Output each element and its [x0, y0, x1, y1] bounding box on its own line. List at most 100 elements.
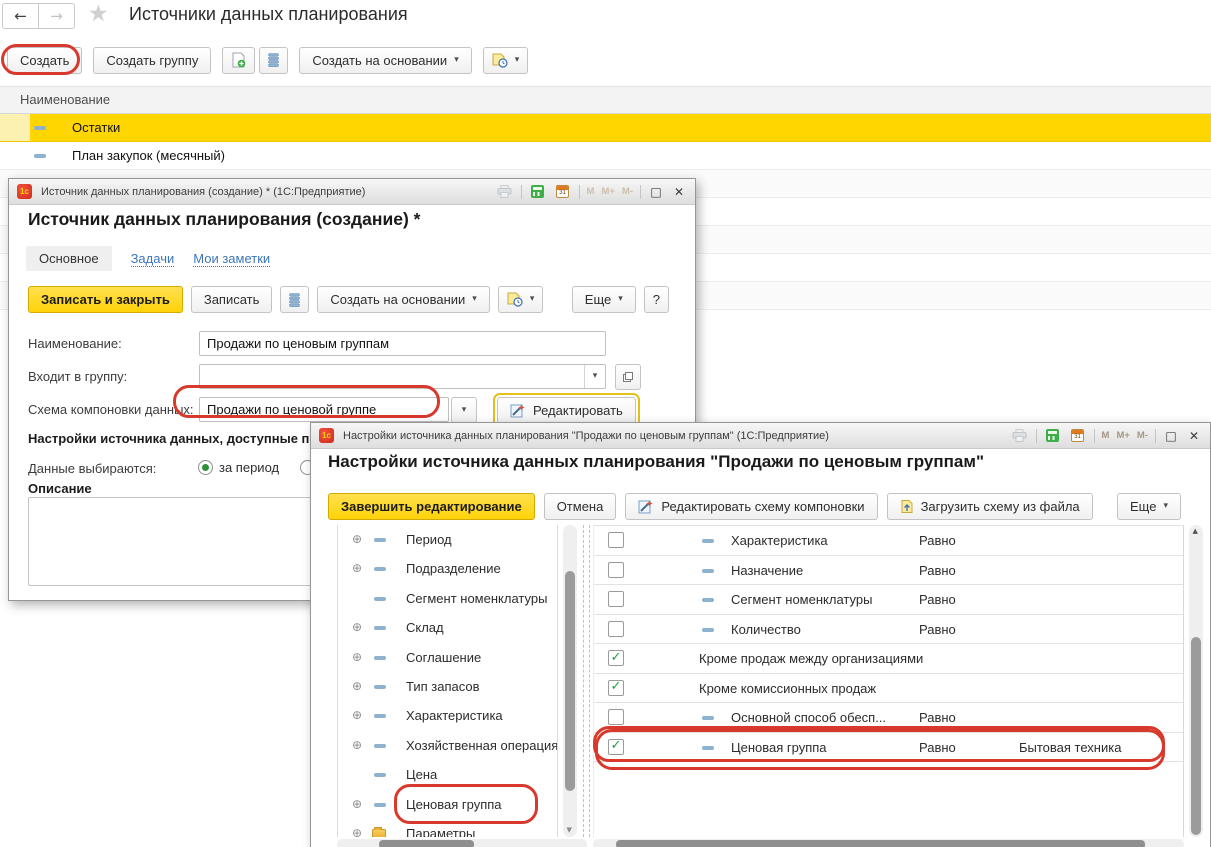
condition-row[interactable]: Сегмент номенклатуры Равно [594, 585, 1183, 615]
expand-icon[interactable]: ⊕ [352, 533, 362, 545]
structure-button[interactable] [280, 286, 309, 313]
condition-checkbox[interactable] [608, 562, 624, 578]
expand-icon[interactable]: ⊕ [352, 709, 362, 721]
schema-dropdown-button[interactable]: ▾ [451, 397, 477, 423]
edit-composition-schema-button[interactable]: Редактировать схему компоновки [625, 493, 877, 520]
print-icon[interactable] [496, 185, 514, 198]
dropdown-button[interactable]: ▾ [584, 365, 605, 388]
condition-checkbox[interactable]: ✓ [608, 650, 624, 666]
tree-item[interactable]: ⊕ Период [338, 525, 557, 554]
tree-item[interactable]: ⊕ Характеристика [338, 701, 557, 730]
tree-item[interactable]: ⊕ Хозяйственная операция [338, 731, 557, 760]
save-and-close-button[interactable]: Записать и закрыть [28, 286, 183, 313]
condition-checkbox[interactable] [608, 532, 624, 548]
expand-icon[interactable]: ⊕ [352, 798, 362, 810]
condition-row[interactable]: ✓ Ценовая группа Равно Бытовая техника [594, 733, 1183, 763]
schema-input[interactable]: Продажи по ценовой группе [199, 397, 449, 422]
expand-icon[interactable]: ⊕ [352, 651, 362, 663]
tree-item[interactable]: ⊕ Ценовая группа [338, 790, 557, 819]
condition-checkbox[interactable] [608, 621, 624, 637]
more-button[interactable]: Еще▾ [572, 286, 636, 313]
window-titlebar[interactable]: 1с Источник данных планирования (создани… [9, 179, 695, 205]
more-button[interactable]: Еще▾ [1117, 493, 1181, 520]
tree-vertical-scrollbar[interactable]: ▼ [563, 525, 577, 837]
create-copy-button[interactable] [222, 47, 255, 74]
expand-icon[interactable]: ⊕ [352, 739, 362, 751]
item-dash-icon [702, 598, 714, 602]
memory-m-button[interactable]: M [587, 186, 595, 197]
cancel-button[interactable]: Отмена [544, 493, 617, 520]
scrollbar-thumb[interactable] [1191, 637, 1201, 835]
tab-tasks[interactable]: Задачи [131, 251, 175, 267]
condition-checkbox[interactable]: ✓ [608, 680, 624, 696]
panel-splitter[interactable] [583, 525, 590, 837]
save-button[interactable]: Записать [191, 286, 273, 313]
tree-item[interactable]: ⊕ Параметры [338, 819, 557, 837]
back-button[interactable]: ← [2, 3, 39, 29]
calendar-icon[interactable]: 31 [1069, 429, 1087, 442]
condition-row[interactable]: ✓ Кроме комиссионных продаж [594, 674, 1183, 704]
memory-m-minus-button[interactable]: M- [622, 186, 633, 197]
scrollbar-thumb[interactable] [379, 840, 474, 847]
close-button[interactable]: ✕ [671, 185, 687, 199]
create-based-on-button[interactable]: Создать на основании▾ [317, 286, 489, 313]
condition-row[interactable]: Назначение Равно [594, 556, 1183, 586]
tab-notes[interactable]: Мои заметки [193, 251, 270, 267]
tree-item[interactable]: ⊕ Склад [338, 613, 557, 642]
tree-item[interactable]: ⊕ Тип запасов [338, 672, 557, 701]
favorite-star-icon[interactable]: ★ [88, 1, 109, 27]
conditions-horizontal-scrollbar[interactable] [593, 839, 1184, 847]
calculator-icon[interactable] [1044, 429, 1062, 442]
list-settings-button[interactable] [259, 47, 288, 74]
memory-m-button[interactable]: M [1102, 430, 1110, 441]
load-schema-button[interactable]: Загрузить схему из файла [887, 493, 1093, 520]
create-button[interactable]: Создать [7, 47, 82, 74]
help-button[interactable]: ? [644, 286, 669, 313]
tree-item[interactable]: ⊕ Подразделение [338, 554, 557, 583]
maximize-button[interactable]: □ [648, 185, 664, 199]
memory-m-plus-button[interactable]: M+ [601, 186, 614, 197]
document-actions-dropdown[interactable]: ▾ [498, 286, 544, 313]
condition-checkbox[interactable] [608, 591, 624, 607]
expand-icon[interactable]: ⊕ [352, 827, 362, 837]
edit-schema-button[interactable]: Редактировать [497, 397, 636, 424]
condition-row[interactable]: Характеристика Равно [594, 526, 1183, 556]
condition-checkbox[interactable]: ✓ [608, 739, 624, 755]
tree-item[interactable]: ⊕ Соглашение [338, 643, 557, 672]
finish-editing-button[interactable]: Завершить редактирование [328, 493, 535, 520]
memory-m-plus-button[interactable]: M+ [1116, 430, 1129, 441]
open-group-button[interactable] [615, 364, 641, 390]
list-row[interactable]: План закупок (месячный) [0, 142, 1211, 170]
memory-m-minus-button[interactable]: M- [1137, 430, 1148, 441]
condition-row[interactable]: Количество Равно [594, 615, 1183, 645]
condition-row[interactable]: ✓ Кроме продаж между организациями [594, 644, 1183, 674]
group-combobox[interactable]: ▾ [199, 364, 606, 389]
tree-item[interactable]: Сегмент номенклатуры [338, 584, 557, 613]
scroll-up-icon[interactable]: ▲ [1193, 528, 1198, 535]
calendar-icon[interactable]: 31 [554, 185, 572, 198]
calculator-icon[interactable] [529, 185, 547, 198]
expand-icon[interactable]: ⊕ [352, 562, 362, 574]
radio-period[interactable] [198, 460, 213, 475]
tab-main[interactable]: Основное [26, 246, 112, 271]
create-based-on-button[interactable]: Создать на основании▾ [299, 47, 471, 74]
scrollbar-thumb[interactable] [565, 571, 575, 791]
print-icon[interactable] [1011, 429, 1029, 442]
tree-horizontal-scrollbar[interactable] [337, 839, 587, 847]
document-actions-dropdown[interactable]: ▾ [483, 47, 529, 74]
window-titlebar[interactable]: 1с Настройки источника данных планирован… [311, 423, 1210, 449]
maximize-button[interactable]: □ [1163, 429, 1179, 443]
create-group-button[interactable]: Создать группу [93, 47, 211, 74]
expand-icon[interactable]: ⊕ [352, 621, 362, 633]
expand-icon[interactable]: ⊕ [352, 680, 362, 692]
item-dash-icon [702, 716, 714, 720]
conditions-vertical-scrollbar[interactable]: ▲ [1189, 525, 1203, 837]
forward-button[interactable]: → [38, 3, 75, 29]
scrollbar-thumb[interactable] [616, 840, 1145, 847]
close-button[interactable]: ✕ [1186, 429, 1202, 443]
name-input[interactable]: Продажи по ценовым группам [199, 331, 606, 356]
condition-checkbox[interactable] [608, 709, 624, 725]
list-row[interactable]: Остатки [0, 114, 1211, 142]
list-column-header[interactable]: Наименование [0, 86, 1211, 114]
scroll-down-icon[interactable]: ▼ [567, 827, 572, 834]
